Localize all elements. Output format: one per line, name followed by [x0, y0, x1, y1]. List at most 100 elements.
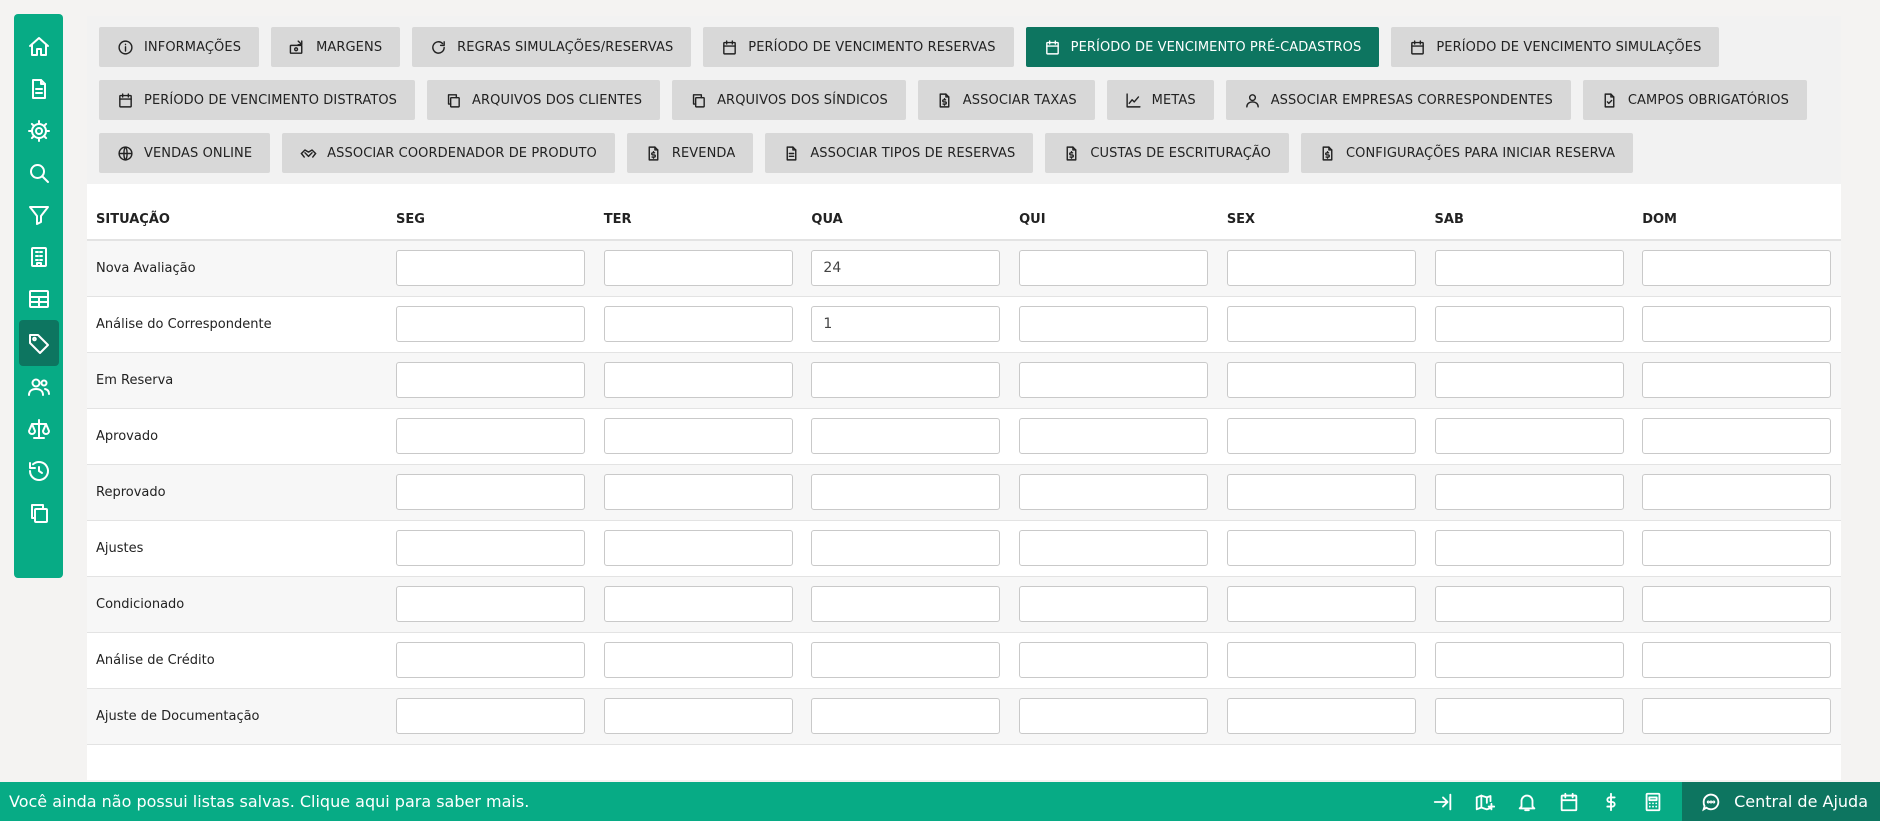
tab-10[interactable]: METAS [1106, 80, 1214, 120]
sidebar-item-users[interactable] [19, 366, 59, 408]
tab-14[interactable]: ASSOCIAR COORDENADOR DE PRODUTO [282, 133, 615, 173]
days-input-ter[interactable] [603, 418, 793, 454]
calculator-button[interactable] [1632, 782, 1674, 821]
days-input-qua[interactable] [811, 306, 1001, 342]
days-input-qui[interactable] [1019, 418, 1209, 454]
tab-9[interactable]: ASSOCIAR TAXAS [917, 80, 1095, 120]
sidebar-item-copy[interactable] [19, 492, 59, 534]
sidebar-item-table[interactable] [19, 278, 59, 320]
days-input-sab[interactable] [1434, 362, 1624, 398]
days-input-ter[interactable] [603, 306, 793, 342]
days-input-seg[interactable] [396, 306, 585, 342]
saved-lists-message[interactable]: Você ainda não possui listas salvas. Cli… [0, 792, 1422, 811]
days-input-qua[interactable] [811, 586, 1001, 622]
days-input-qua[interactable] [811, 250, 1001, 287]
days-input-ter[interactable] [603, 586, 793, 622]
sidebar-item-search[interactable] [19, 152, 59, 194]
days-input-qui[interactable] [1019, 362, 1209, 398]
days-input-sex[interactable] [1226, 642, 1416, 678]
days-input-ter[interactable] [603, 250, 793, 287]
days-input-qua[interactable] [811, 474, 1001, 510]
days-input-sex[interactable] [1226, 362, 1416, 398]
tab-6[interactable]: PERÍODO DE VENCIMENTO DISTRATOS [99, 80, 416, 120]
sidebar-item-building[interactable] [19, 236, 59, 278]
days-input-ter[interactable] [603, 362, 793, 398]
days-input-qui[interactable] [1019, 474, 1209, 510]
days-input-sex[interactable] [1226, 586, 1416, 622]
days-input-dom[interactable] [1642, 698, 1832, 734]
days-input-dom[interactable] [1642, 250, 1832, 287]
days-input-seg[interactable] [396, 418, 585, 454]
tab-16[interactable]: ASSOCIAR TIPOS DE RESERVAS [765, 133, 1034, 173]
bell-button[interactable] [1506, 782, 1548, 821]
days-input-dom[interactable] [1642, 306, 1832, 342]
tab-2[interactable]: REGRAS SIMULAÇÕES/RESERVAS [412, 27, 692, 67]
days-input-sab[interactable] [1434, 418, 1624, 454]
days-input-sex[interactable] [1226, 306, 1416, 342]
sidebar-item-gear[interactable] [19, 110, 59, 152]
days-input-qua[interactable] [811, 698, 1001, 734]
days-input-ter[interactable] [603, 642, 793, 678]
days-input-sex[interactable] [1226, 530, 1416, 566]
days-input-dom[interactable] [1642, 530, 1832, 566]
sidebar-item-document[interactable] [19, 68, 59, 110]
tab-7[interactable]: ARQUIVOS DOS CLIENTES [427, 80, 661, 120]
tab-18[interactable]: CONFIGURAÇÕES PARA INICIAR RESERVA [1300, 133, 1634, 173]
sidebar-item-tag[interactable] [18, 320, 59, 366]
days-input-sab[interactable] [1434, 586, 1624, 622]
tab-0[interactable]: INFORMAÇÕES [99, 27, 260, 67]
days-input-dom[interactable] [1642, 418, 1832, 454]
days-input-seg[interactable] [396, 642, 585, 678]
days-input-sab[interactable] [1434, 306, 1624, 342]
days-input-sab[interactable] [1434, 698, 1624, 734]
help-center-button[interactable]: Central de Ajuda [1682, 782, 1880, 821]
days-input-ter[interactable] [603, 530, 793, 566]
days-input-sex[interactable] [1226, 418, 1416, 454]
calendar-button[interactable] [1548, 782, 1590, 821]
days-input-qui[interactable] [1019, 250, 1209, 287]
days-input-qua[interactable] [811, 642, 1001, 678]
days-input-qui[interactable] [1019, 698, 1209, 734]
tab-17[interactable]: CUSTAS DE ESCRITURAÇÃO [1045, 133, 1289, 173]
tab-12[interactable]: CAMPOS OBRIGATÓRIOS [1582, 80, 1807, 120]
map-add-button[interactable] [1464, 782, 1506, 821]
days-input-qui[interactable] [1019, 306, 1209, 342]
days-input-qui[interactable] [1019, 642, 1209, 678]
tab-3[interactable]: PERÍODO DE VENCIMENTO RESERVAS [703, 27, 1014, 67]
tab-1[interactable]: MARGENS [271, 27, 401, 67]
days-input-seg[interactable] [396, 698, 585, 734]
days-input-ter[interactable] [603, 698, 793, 734]
days-input-seg[interactable] [396, 530, 585, 566]
days-input-qua[interactable] [811, 418, 1001, 454]
days-input-seg[interactable] [396, 586, 585, 622]
sidebar-item-filter[interactable] [19, 194, 59, 236]
tab-4[interactable]: PERÍODO DE VENCIMENTO PRÉ-CADASTROS [1025, 27, 1380, 67]
days-input-dom[interactable] [1642, 586, 1832, 622]
days-input-dom[interactable] [1642, 474, 1832, 510]
days-input-dom[interactable] [1642, 642, 1832, 678]
days-input-qui[interactable] [1019, 530, 1209, 566]
days-input-sex[interactable] [1226, 250, 1416, 287]
days-input-sex[interactable] [1226, 698, 1416, 734]
days-input-seg[interactable] [396, 362, 585, 398]
sidebar-item-home[interactable] [19, 26, 59, 68]
tab-5[interactable]: PERÍODO DE VENCIMENTO SIMULAÇÕES [1391, 27, 1720, 67]
days-input-ter[interactable] [603, 474, 793, 510]
tab-15[interactable]: REVENDA [626, 133, 754, 173]
days-input-sab[interactable] [1434, 530, 1624, 566]
collapse-arrow-button[interactable] [1422, 782, 1464, 821]
dollar-button[interactable] [1590, 782, 1632, 821]
sidebar-item-history[interactable] [19, 450, 59, 492]
days-input-sab[interactable] [1434, 474, 1624, 510]
tab-13[interactable]: VENDAS ONLINE [99, 133, 271, 173]
sidebar-item-scale[interactable] [19, 408, 59, 450]
days-input-qua[interactable] [811, 530, 1001, 566]
days-input-seg[interactable] [396, 474, 585, 510]
days-input-sab[interactable] [1434, 250, 1624, 287]
days-input-qui[interactable] [1019, 586, 1209, 622]
tab-8[interactable]: ARQUIVOS DOS SÍNDICOS [672, 80, 906, 120]
tab-11[interactable]: ASSOCIAR EMPRESAS CORRESPONDENTES [1225, 80, 1571, 120]
days-input-seg[interactable] [396, 250, 585, 287]
days-input-sab[interactable] [1434, 642, 1624, 678]
days-input-sex[interactable] [1226, 474, 1416, 510]
